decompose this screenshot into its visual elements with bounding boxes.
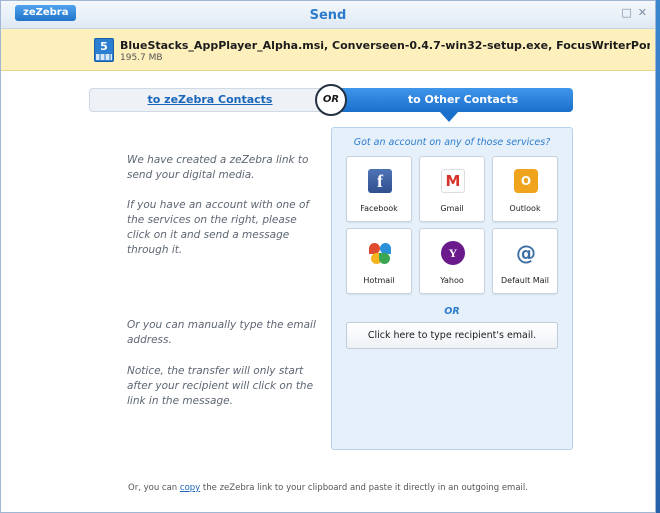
window-controls: □ ✕ [621, 7, 647, 19]
outlook-icon: O [514, 169, 538, 193]
service-label: Outlook [509, 204, 541, 213]
hotmail-button[interactable]: Hotmail [346, 228, 412, 294]
manual-email-text: Or you can manually type the email addre… [127, 319, 316, 346]
tab-zezebra-contacts[interactable]: to zeZebra Contacts [89, 88, 331, 112]
copy-link[interactable]: copy [180, 483, 200, 493]
default-mail-button[interactable]: @ Default Mail [492, 228, 558, 294]
gmail-button[interactable]: M Gmail [419, 156, 485, 222]
type-email-button[interactable]: Click here to type recipient's email. [346, 322, 558, 349]
facebook-button[interactable]: f Facebook [346, 156, 412, 222]
or-divider: OR [444, 306, 460, 317]
active-tab-pointer [440, 112, 458, 122]
at-sign-icon: @ [516, 241, 536, 265]
service-label: Gmail [440, 204, 464, 213]
yahoo-icon: Y [441, 241, 465, 265]
file-stack-graphic [96, 54, 112, 60]
service-label: Facebook [360, 204, 398, 213]
services-panel: Got an account on any of those services?… [331, 127, 573, 450]
tab-other-contacts[interactable]: to Other Contacts [331, 88, 573, 112]
footer-text: Or, you can copy the zeZebra link to you… [1, 483, 655, 493]
yahoo-button[interactable]: Y Yahoo [419, 228, 485, 294]
file-archive-icon: 5 [94, 38, 114, 62]
account-instructions: If you have an account with one of the s… [127, 199, 310, 256]
intro-text: We have created a zeZebra link to send y… [127, 154, 309, 181]
hotmail-icon [368, 241, 392, 265]
file-names: BlueStacks_AppPlayer_Alpha.msi, Converse… [120, 39, 650, 52]
maximize-icon[interactable]: □ [621, 7, 631, 19]
footer-text-after: the zeZebra link to your clipboard and p… [200, 483, 528, 493]
window-title: Send [309, 8, 347, 23]
recipient-tabs: to zeZebra Contacts to Other Contacts OR [89, 84, 573, 122]
gmail-icon: M [441, 169, 465, 193]
file-count-badge: 5 [100, 40, 108, 53]
file-info-bar: 5 BlueStacks_AppPlayer_Alpha.msi, Conver… [1, 29, 655, 71]
facebook-icon: f [368, 169, 392, 193]
transfer-notice: Notice, the transfer will only start aft… [127, 365, 314, 407]
outlook-button[interactable]: O Outlook [492, 156, 558, 222]
file-size: 195.7 MB [120, 53, 163, 63]
service-label: Yahoo [440, 276, 464, 285]
service-label: Default Mail [500, 276, 550, 285]
or-badge: OR [315, 84, 347, 116]
footer-text-before: Or, you can [128, 483, 180, 493]
services-heading: Got an account on any of those services? [353, 137, 551, 148]
title-bar: zeZebra Send □ ✕ [1, 1, 655, 29]
close-icon[interactable]: ✕ [638, 7, 647, 19]
service-label: Hotmail [363, 276, 395, 285]
send-window: zeZebra Send □ ✕ 5 BlueStacks_AppPlayer_… [0, 0, 656, 513]
